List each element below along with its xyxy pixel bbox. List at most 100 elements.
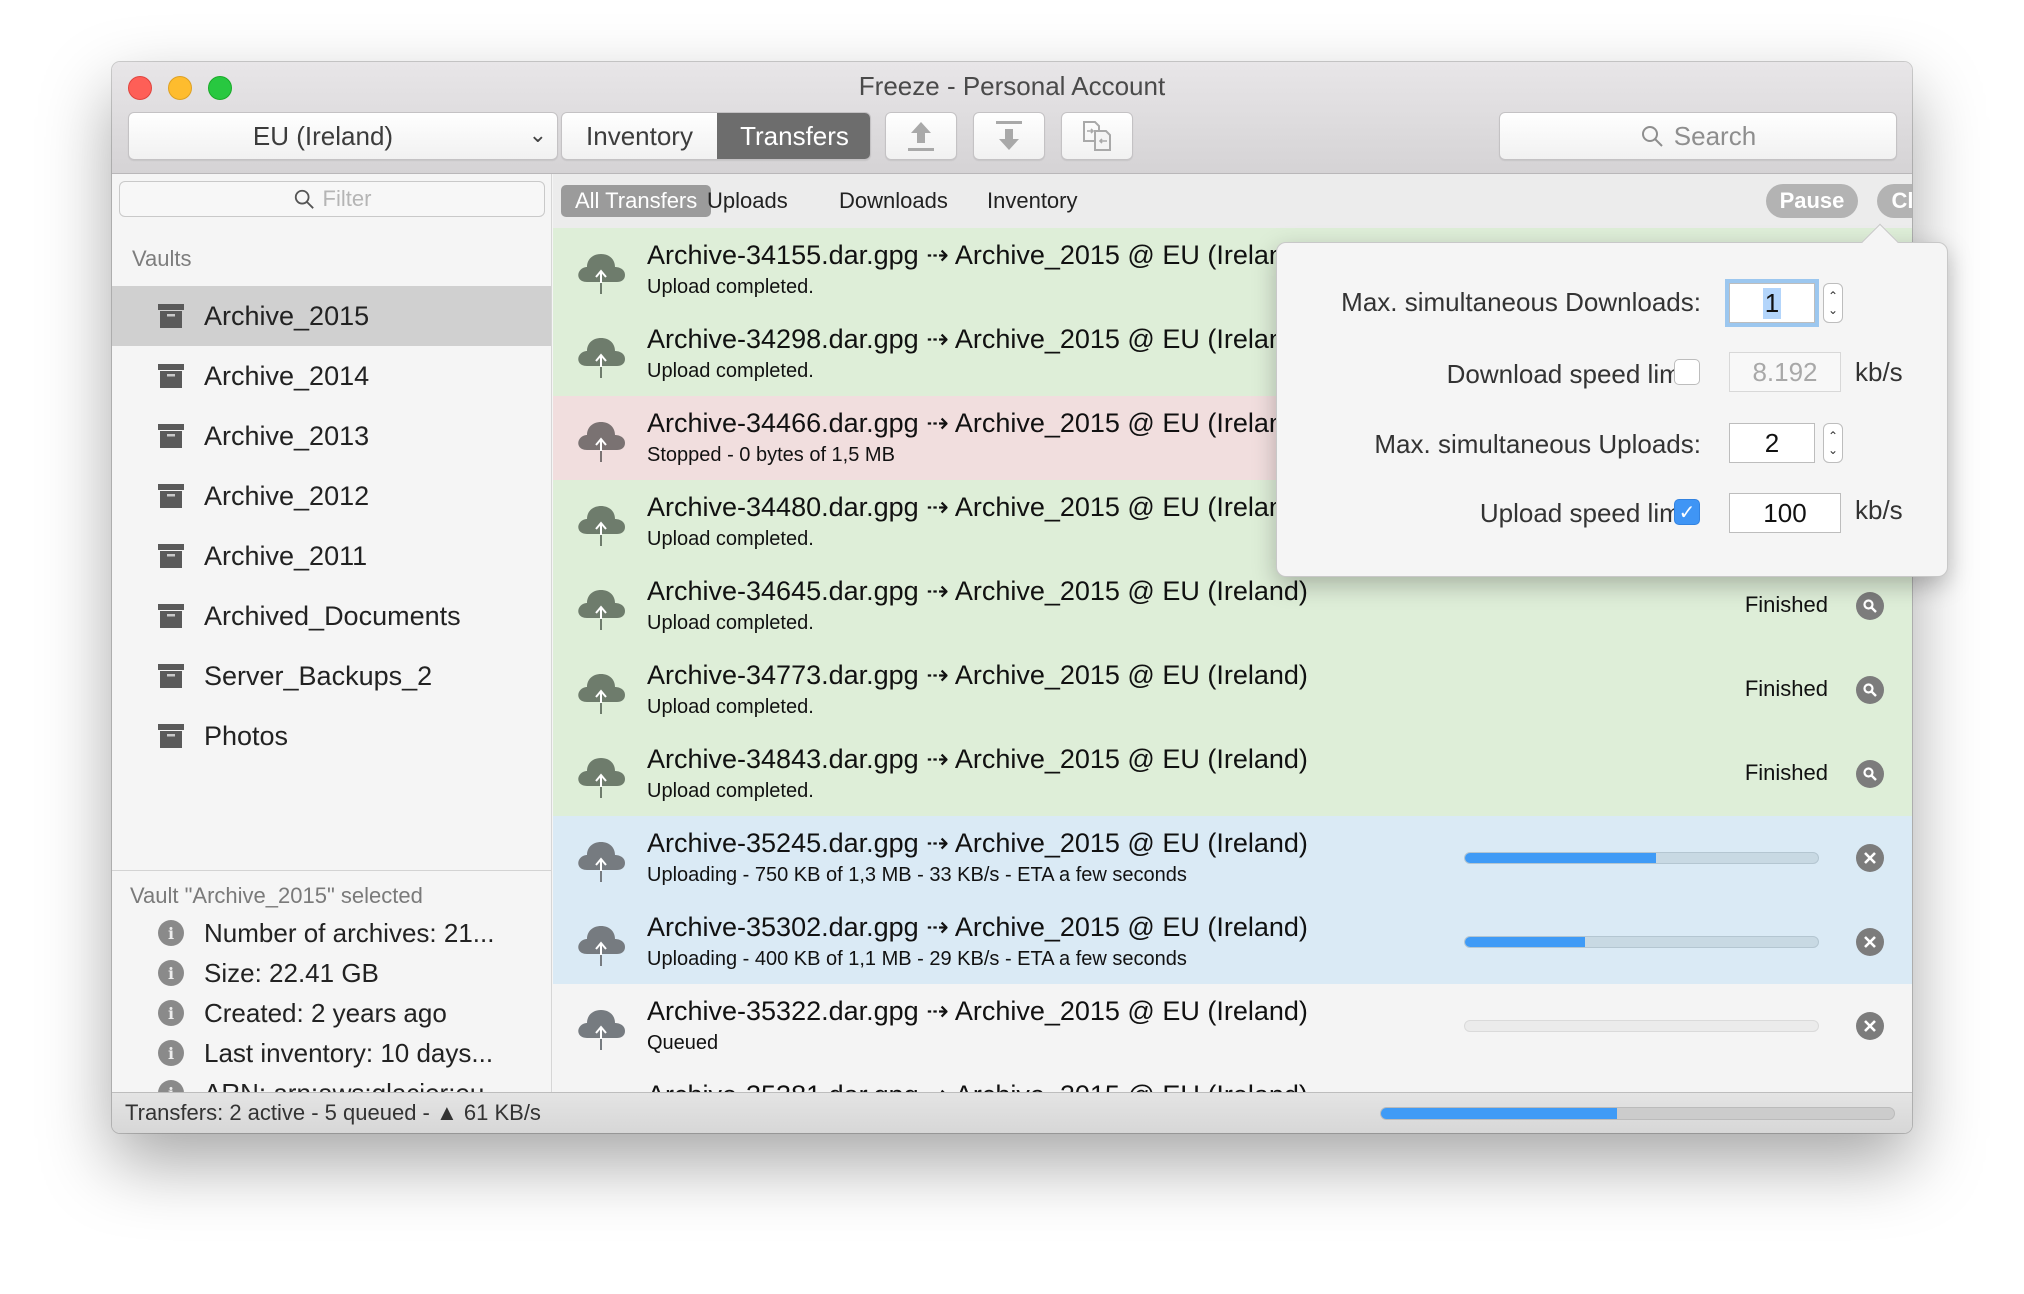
- cancel-transfer-button[interactable]: [1856, 844, 1884, 872]
- archive-box-icon: [158, 304, 184, 328]
- transfer-title: Archive-34466.dar.gpg ⇢ Archive_2015 @ E…: [647, 408, 1308, 438]
- transfer-progress-bar: [1464, 852, 1819, 864]
- max-downloads-field[interactable]: 1: [1729, 283, 1815, 323]
- transfer-filter-bar: All Transfers Uploads Downloads Inventor…: [553, 174, 1912, 228]
- filter-tab-downloads[interactable]: Downloads: [825, 185, 962, 217]
- cloud-upload-icon: [578, 1010, 625, 1050]
- max-uploads-label: Max. simultaneous Uploads:: [1374, 429, 1701, 459]
- vault-label: Archive_2013: [204, 420, 370, 451]
- stepper-down-icon[interactable]: ⌄: [1828, 443, 1838, 457]
- pause-button[interactable]: Pause: [1766, 184, 1858, 218]
- upload-limit-field[interactable]: 100: [1729, 493, 1841, 533]
- clear-button[interactable]: Clear: [1877, 184, 1912, 218]
- vault-info-title: Vault "Archive_2015" selected: [130, 883, 423, 908]
- sidebar-item-vault[interactable]: Archive_2011: [112, 526, 551, 586]
- vault-label: Archive_2014: [204, 360, 370, 391]
- segment-transfers[interactable]: Transfers: [717, 113, 870, 159]
- transfer-title: Archive-35322.dar.gpg ⇢ Archive_2015 @ E…: [647, 996, 1308, 1026]
- vault-label: Archive_2012: [204, 480, 370, 511]
- filter-tab-uploads[interactable]: Uploads: [693, 185, 802, 217]
- magnifier-icon: [1863, 767, 1877, 781]
- info-icon: i: [158, 960, 184, 986]
- cloud-upload-icon: [578, 590, 625, 630]
- transfer-row[interactable]: Archive-35381.dar.gpg ⇢ Archive_2015 @ E…: [553, 1068, 1912, 1092]
- overall-progress-fill: [1381, 1108, 1617, 1119]
- cloud-upload-icon: [578, 422, 625, 462]
- sidebar-item-vault[interactable]: Archive_2012: [112, 466, 551, 526]
- vault-info-row: i Number of archives: 21...: [112, 913, 551, 953]
- status-text: Transfers: 2 active - 5 queued - ▲ 61 KB…: [125, 1100, 541, 1125]
- archive-box-icon: [158, 544, 184, 568]
- sidebar-item-vault[interactable]: Archive_2013: [112, 406, 551, 466]
- info-icon: i: [158, 1040, 184, 1066]
- magnifier-icon: [1863, 599, 1877, 613]
- transfer-detail: Upload completed.: [647, 696, 814, 718]
- transfer-title: Archive-35302.dar.gpg ⇢ Archive_2015 @ E…: [647, 912, 1308, 942]
- upload-limit-checkbox[interactable]: ✓: [1674, 499, 1700, 525]
- archive-box-icon: [158, 724, 184, 748]
- cloud-upload-icon: [578, 758, 625, 798]
- vault-label: Photos: [204, 720, 289, 751]
- transfer-row[interactable]: Archive-34773.dar.gpg ⇢ Archive_2015 @ E…: [553, 648, 1912, 732]
- search-placeholder: Search: [1673, 120, 1757, 151]
- transfer-status: Finished: [1744, 592, 1828, 617]
- transfer-row[interactable]: Archive-35322.dar.gpg ⇢ Archive_2015 @ E…: [553, 984, 1912, 1068]
- download-limit-field[interactable]: 8.192: [1729, 352, 1841, 392]
- cancel-transfer-button[interactable]: [1856, 928, 1884, 956]
- search-input[interactable]: Search: [1499, 112, 1897, 160]
- max-downloads-stepper[interactable]: ⌃ ⌄: [1823, 283, 1843, 323]
- close-icon: [1864, 852, 1876, 864]
- transfer-title: Archive-35381.dar.gpg ⇢ Archive_2015 @ E…: [647, 1080, 1308, 1092]
- sidebar-item-vault[interactable]: Archived_Documents: [112, 586, 551, 646]
- vault-info-row: i Size: 22.41 GB: [112, 953, 551, 993]
- transfer-detail: Queued: [647, 1032, 719, 1054]
- upload-limit-unit: kb/s: [1855, 495, 1903, 525]
- filter-placeholder: Filter: [322, 186, 372, 211]
- sidebar-item-vault[interactable]: Server_Backups_2: [112, 646, 551, 706]
- stepper-up-icon[interactable]: ⌃: [1828, 289, 1838, 303]
- checkmark-icon: ✓: [1678, 501, 1696, 524]
- region-select[interactable]: EU (Ireland) ⌄: [128, 112, 558, 160]
- transfer-row[interactable]: Archive-35245.dar.gpg ⇢ Archive_2015 @ E…: [553, 816, 1912, 900]
- sidebar-item-vault[interactable]: Archive_2014: [112, 346, 551, 406]
- vault-label: Server_Backups_2: [204, 660, 433, 691]
- sidebar-item-vault[interactable]: Archive_2015: [112, 286, 551, 346]
- max-downloads-value: 1: [1762, 287, 1782, 319]
- segment-inventory[interactable]: Inventory: [562, 113, 717, 159]
- transfer-title: Archive-34155.dar.gpg ⇢ Archive_2015 @ E…: [647, 240, 1308, 270]
- vault-info-text: Created: 2 years ago: [204, 997, 447, 1028]
- reveal-button[interactable]: [1856, 760, 1884, 788]
- titlebar: Freeze - Personal Account EU (Ireland) ⌄…: [112, 62, 1912, 174]
- transfer-row[interactable]: Archive-34843.dar.gpg ⇢ Archive_2015 @ E…: [553, 732, 1912, 816]
- transfer-detail: Uploading - 400 KB of 1,1 MB - 29 KB/s -…: [647, 948, 1187, 970]
- stepper-up-icon[interactable]: ⌃: [1828, 429, 1838, 443]
- max-uploads-stepper[interactable]: ⌃ ⌄: [1823, 423, 1843, 463]
- download-button[interactable]: [973, 112, 1045, 160]
- vault-filter-input[interactable]: Filter: [119, 181, 545, 217]
- filter-tab-inventory[interactable]: Inventory: [973, 185, 1092, 217]
- stepper-down-icon[interactable]: ⌄: [1828, 303, 1838, 317]
- max-uploads-field[interactable]: 2: [1729, 423, 1815, 463]
- close-icon: [1864, 1020, 1876, 1032]
- reveal-button[interactable]: [1856, 676, 1884, 704]
- copy-button[interactable]: [1061, 112, 1133, 160]
- download-limit-checkbox[interactable]: [1674, 359, 1700, 385]
- filter-tab-all-transfers[interactable]: All Transfers: [561, 185, 712, 217]
- vaults-section-title: Vaults: [132, 246, 192, 271]
- sidebar-item-vault[interactable]: Photos: [112, 706, 551, 766]
- vault-list: Archive_2015 Archive_2014 Archive_2013 Arch…: [112, 286, 551, 766]
- vault-label: Archive_2015: [204, 300, 370, 331]
- search-icon: [294, 189, 314, 209]
- transfer-detail: Upload completed.: [647, 360, 814, 382]
- upload-button[interactable]: [885, 112, 957, 160]
- archive-box-icon: [158, 424, 184, 448]
- download-limit-unit: kb/s: [1855, 357, 1903, 387]
- transfer-row[interactable]: Archive-35302.dar.gpg ⇢ Archive_2015 @ E…: [553, 900, 1912, 984]
- vault-info-text: Number of archives: 21...: [204, 917, 495, 948]
- vault-label: Archive_2011: [204, 540, 368, 571]
- reveal-button[interactable]: [1856, 592, 1884, 620]
- chevron-down-icon: ⌄: [528, 122, 547, 147]
- close-icon: [1864, 936, 1876, 948]
- vault-info-panel: Vault "Archive_2015" selected i Number of…: [112, 870, 551, 1113]
- cancel-transfer-button[interactable]: [1856, 1012, 1884, 1040]
